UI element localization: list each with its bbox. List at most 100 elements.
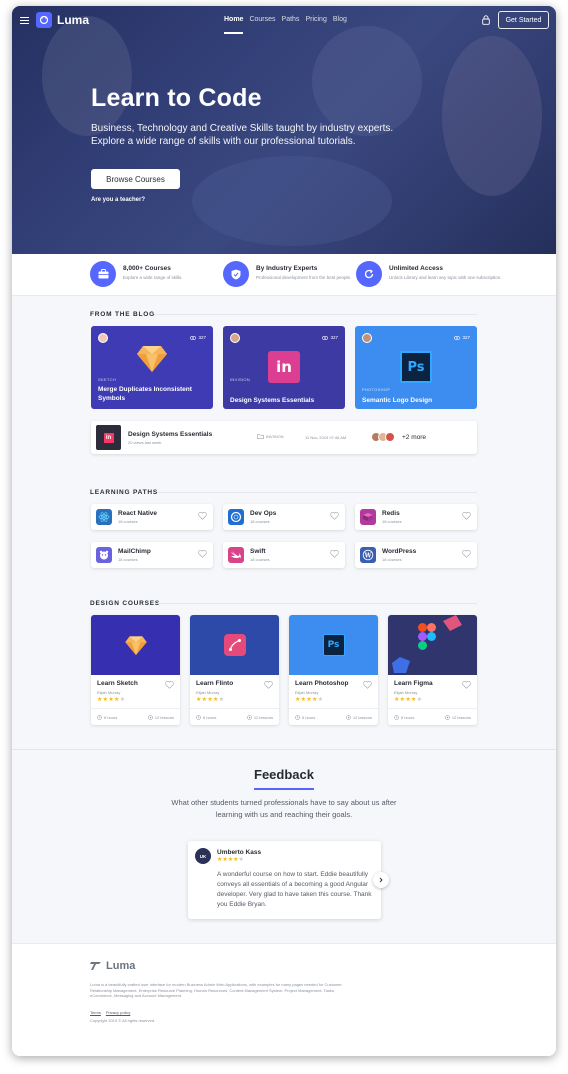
feedback-title: Feedback	[254, 767, 314, 782]
clock-icon	[97, 715, 102, 720]
logo-icon[interactable]	[36, 12, 52, 28]
nav-link-paths[interactable]: Paths	[282, 16, 300, 23]
app-window: Luma Home Courses Paths Pricing Blog Get…	[12, 6, 556, 1056]
blog-card[interactable]: 327 SKETCH Merge Duplicates Inconsistent…	[91, 326, 213, 409]
blog-section-title: FROM THE BLOG	[90, 311, 155, 318]
blog-title[interactable]: Design Systems Essentials	[230, 396, 340, 405]
browse-courses-button[interactable]: Browse Courses	[91, 169, 180, 189]
feedback-subtitle: What other students turned professionals…	[171, 798, 397, 819]
more-avatars[interactable]: +2 more	[402, 434, 426, 441]
course-name[interactable]: Learn Flinto	[196, 680, 233, 687]
heart-icon[interactable]	[330, 550, 339, 558]
nav-link-home[interactable]: Home	[224, 16, 244, 34]
path-card-dev-ops[interactable]: Dev Ops 18 courses	[223, 504, 345, 530]
react-icon	[96, 509, 112, 525]
shield-check-icon	[223, 261, 249, 287]
blog-list-item[interactable]: in Design Systems Essentials 20 views la…	[91, 421, 477, 454]
rating-stars: ★★★★★	[394, 697, 423, 703]
next-testimonial-button[interactable]	[373, 872, 389, 888]
testimonial-card: UK Umberto Kass ★★★★★ A wonderful course…	[188, 841, 381, 919]
course-name[interactable]: Learn Photoshop	[295, 680, 348, 687]
course-footer: 6 hours 12 lessons	[91, 708, 180, 725]
blog-title[interactable]: Semantic Logo Design	[362, 396, 472, 405]
heart-icon[interactable]	[462, 512, 471, 520]
section-divider	[12, 749, 556, 750]
clock-icon	[295, 715, 300, 720]
briefcase-icon	[90, 261, 116, 287]
author-avatar[interactable]	[362, 333, 372, 343]
blog-card[interactable]: 327 in INVISION Design Systems Essential…	[223, 326, 345, 409]
author-avatar[interactable]	[98, 333, 108, 343]
course-card[interactable]: Learn Flinto Elijah Murray ★★★★★ 6 hours…	[190, 615, 279, 725]
brand-name[interactable]: Luma	[57, 13, 89, 27]
courses-section-title: DESIGN COURSES	[90, 600, 161, 607]
eye-icon	[454, 335, 461, 340]
heart-icon[interactable]	[198, 512, 207, 520]
blog-row-category: INVISION	[257, 434, 284, 439]
lock-icon[interactable]	[482, 15, 490, 25]
svg-text:W: W	[364, 552, 372, 559]
path-count: 18 courses	[250, 519, 270, 524]
course-image[interactable]	[190, 615, 279, 675]
sketch-logo-icon	[137, 346, 167, 372]
teacher-link[interactable]: Are you a teacher?	[91, 197, 145, 203]
heart-icon[interactable]	[198, 550, 207, 558]
terms-link[interactable]: Terms	[90, 1010, 101, 1015]
course-author: Elijah Murray	[394, 690, 418, 695]
nav-link-courses[interactable]: Courses	[249, 16, 275, 23]
heart-icon[interactable]	[264, 681, 273, 689]
course-card[interactable]: Learn Sketch Elijah Murray ★★★★★ 6 hours…	[91, 615, 180, 725]
path-card-swift[interactable]: Swift 18 courses	[223, 542, 345, 568]
course-footer: 6 hours 12 lessons	[388, 708, 477, 725]
course-lessons: 12 lessons	[253, 715, 273, 720]
menu-icon[interactable]	[20, 17, 29, 24]
copyright: Copyright 2019 © All rights reserved.	[90, 1018, 156, 1023]
author-avatar[interactable]	[230, 333, 240, 343]
course-name[interactable]: Learn Figma	[394, 680, 433, 687]
course-image[interactable]	[388, 615, 477, 675]
heart-icon[interactable]	[165, 681, 174, 689]
play-circle-icon	[247, 715, 252, 720]
heart-icon[interactable]	[462, 681, 471, 689]
course-hours: 6 hours	[203, 715, 217, 720]
course-author: Elijah Murray	[196, 690, 220, 695]
path-name: React Native	[118, 510, 158, 517]
play-circle-icon	[148, 715, 153, 720]
heart-icon[interactable]	[462, 550, 471, 558]
course-card[interactable]: Learn Figma Elijah Murray ★★★★★ 6 hours …	[388, 615, 477, 725]
nav-link-blog[interactable]: Blog	[333, 16, 347, 23]
folder-icon	[257, 434, 264, 439]
privacy-link[interactable]: Privacy policy	[106, 1010, 130, 1015]
path-card-react-native[interactable]: React Native 18 courses	[91, 504, 213, 530]
course-image[interactable]	[91, 615, 180, 675]
section-divider	[158, 603, 477, 604]
course-image[interactable]: Ps	[289, 615, 378, 675]
footer-logo[interactable]: Luma	[90, 960, 135, 972]
blog-row-title[interactable]: Design Systems Essentials	[128, 431, 212, 438]
clock-icon	[394, 715, 399, 720]
invision-thumb-icon: in	[96, 425, 121, 450]
avatar: UK	[195, 848, 211, 864]
course-card[interactable]: Ps Learn Photoshop Elijah Murray ★★★★★ 6…	[289, 615, 378, 725]
footer: Luma Luma is a beautifully crafted user …	[12, 943, 556, 1056]
features-bar: 8,000+ Courses Explore a wide range of s…	[12, 254, 556, 296]
course-author: Elijah Murray	[295, 690, 319, 695]
path-name: Swift	[250, 548, 266, 555]
path-count: 18 courses	[118, 519, 138, 524]
path-card-redis[interactable]: Redis 18 courses	[355, 504, 477, 530]
feedback-underline	[254, 788, 314, 790]
heart-icon[interactable]	[330, 512, 339, 520]
get-started-button[interactable]: Get Started	[498, 11, 549, 29]
blog-category: PHOTOSHOP	[362, 387, 391, 392]
course-name[interactable]: Learn Sketch	[97, 680, 138, 687]
blog-title[interactable]: Merge Duplicates Inconsistent Symbols	[98, 385, 208, 403]
path-card-wordpress[interactable]: W WordPress 18 courses	[355, 542, 477, 568]
hero-title: Learn to Code	[91, 84, 262, 112]
path-count: 18 courses	[118, 557, 138, 562]
path-card-mailchimp[interactable]: MailChimp 18 courses	[91, 542, 213, 568]
heart-icon[interactable]	[363, 681, 372, 689]
avatar[interactable]	[385, 432, 395, 442]
nav-link-pricing[interactable]: Pricing	[305, 16, 326, 23]
blog-card[interactable]: 327 Ps PHOTOSHOP Semantic Logo Design	[355, 326, 477, 409]
course-author: Elijah Murray	[97, 690, 121, 695]
